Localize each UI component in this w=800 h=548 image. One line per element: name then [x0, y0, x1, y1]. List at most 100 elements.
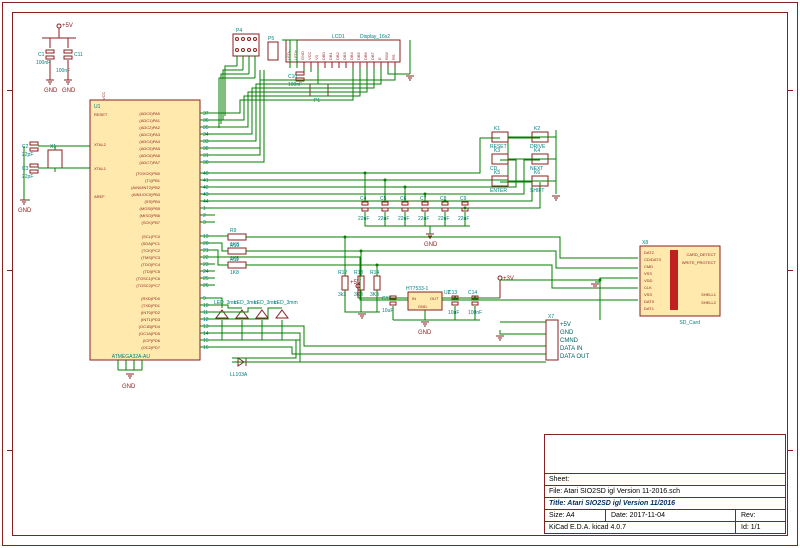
svg-text:2: 2 — [203, 213, 206, 219]
svg-text:U1: U1 — [94, 104, 101, 110]
svg-text:(TXD)PD1: (TXD)PD1 — [142, 303, 161, 308]
svg-text:22nF: 22nF — [398, 216, 409, 222]
svg-text:(TDI)PC5: (TDI)PC5 — [143, 269, 161, 274]
svg-text:22: 22 — [203, 255, 209, 261]
svg-text:DAT1: DAT1 — [644, 306, 655, 311]
svg-text:21: 21 — [203, 248, 209, 254]
svg-text:SD_Card: SD_Card — [679, 320, 700, 326]
svg-text:DB2: DB2 — [335, 51, 340, 60]
svg-text:DAT0: DAT0 — [644, 299, 655, 304]
tb-date: Date: 2017-11-04 — [611, 512, 665, 519]
svg-text:(SCK)PB7: (SCK)PB7 — [142, 220, 161, 225]
svg-text:(AIN0/INT2)PB2: (AIN0/INT2)PB2 — [131, 185, 161, 190]
svg-text:14: 14 — [203, 331, 209, 337]
leds: LED_3mm LED_3mm LED_3mm LED_3mm — [214, 298, 300, 340]
svg-text:(SS)PB4: (SS)PB4 — [144, 199, 160, 204]
svg-text:22nF: 22nF — [358, 216, 369, 222]
svg-text:R11: R11 — [230, 257, 239, 263]
svg-text:GND: GND — [122, 384, 136, 390]
svg-text:1: 1 — [203, 206, 206, 212]
svg-text:C13: C13 — [448, 290, 457, 296]
svg-text:42: 42 — [203, 185, 209, 191]
svg-text:R9: R9 — [230, 228, 237, 234]
svg-text:VDD: VDD — [644, 278, 653, 283]
svg-text:(ADC1)PA1: (ADC1)PA1 — [139, 118, 160, 123]
svg-text:R14: R14 — [370, 270, 379, 276]
svg-text:CLK: CLK — [644, 285, 652, 290]
tb-sheet: Sheet: — [549, 476, 569, 483]
svg-text:(ADC5)PA5: (ADC5)PA5 — [139, 146, 160, 151]
svg-text:(ICP)PD6: (ICP)PD6 — [143, 338, 161, 343]
svg-text:22nF: 22nF — [418, 216, 429, 222]
svg-text:22nF: 22nF — [438, 216, 449, 222]
svg-text:(TMS)PC3: (TMS)PC3 — [141, 255, 161, 260]
svg-text:+5V: +5V — [350, 280, 361, 286]
svg-text:1K8: 1K8 — [230, 270, 239, 276]
svg-text:22nF: 22nF — [458, 216, 469, 222]
svg-text:34: 34 — [203, 132, 209, 138]
svg-text:VCC: VCC — [307, 51, 312, 60]
tb-size: Size: A4 — [549, 512, 575, 519]
svg-text:44: 44 — [203, 199, 209, 205]
svg-text:37: 37 — [203, 111, 209, 117]
svg-text:E: E — [377, 57, 382, 60]
svg-text:VSS: VSS — [644, 292, 652, 297]
svg-text:(ADC3)PA3: (ADC3)PA3 — [139, 132, 160, 137]
svg-text:C4: C4 — [360, 196, 367, 202]
svg-text:(MISO)PB6: (MISO)PB6 — [140, 213, 161, 218]
u1-atmega32: U1 ATMEGA32A-AU RESET VCC XTAL2 XTAL1 AR… — [90, 91, 215, 390]
svg-text:LCD1: LCD1 — [332, 34, 345, 40]
svg-text:LED_3mm: LED_3mm — [274, 300, 298, 306]
svg-text:40: 40 — [203, 171, 209, 177]
svg-text:(ADC0)PA0: (ADC0)PA0 — [139, 111, 160, 116]
svg-text:P5: P5 — [268, 36, 274, 42]
svg-text:13: 13 — [203, 324, 209, 330]
svg-text:DAT2: DAT2 — [644, 250, 655, 255]
svg-text:C1: C1 — [38, 52, 45, 58]
svg-text:C3: C3 — [22, 166, 29, 172]
svg-text:41: 41 — [203, 178, 209, 184]
svg-text:DATA OUT: DATA OUT — [560, 354, 589, 360]
svg-text:100nF: 100nF — [36, 60, 50, 66]
svg-text:GND: GND — [424, 242, 438, 248]
svg-text:CMND: CMND — [560, 338, 579, 344]
svg-text:P1: P1 — [314, 98, 320, 104]
svg-text:R/W: R/W — [384, 52, 389, 60]
svg-text:31: 31 — [203, 153, 209, 159]
svg-text:C11: C11 — [74, 52, 83, 58]
svg-text:10uF: 10uF — [448, 310, 459, 316]
isp-header: P4 LCD1 Display_16x2 LED- LED+ GND VCC V… — [215, 28, 414, 148]
sio-connector: LL103A X7 +5V GND CMND DATA IN DATA OUT — [215, 314, 589, 378]
svg-text:GND: GND — [18, 208, 32, 214]
svg-text:GND: GND — [44, 88, 58, 94]
svg-text:VSS: VSS — [644, 271, 652, 276]
svg-text:VCC: VCC — [101, 91, 106, 100]
svg-text:IN: IN — [412, 296, 416, 301]
svg-text:C10: C10 — [288, 74, 297, 80]
svg-text:100nF: 100nF — [288, 82, 302, 88]
svg-text:R13: R13 — [354, 270, 363, 276]
svg-text:9: 9 — [203, 296, 206, 302]
svg-text:(TDO)PC4: (TDO)PC4 — [141, 262, 161, 267]
tb-file: File: Atari SIO2SD igl Version 11-2016.s… — [549, 488, 680, 495]
svg-text:16: 16 — [203, 345, 209, 351]
svg-text:GND: GND — [418, 304, 427, 309]
svg-text:(T1)PB1: (T1)PB1 — [145, 178, 161, 183]
tb-rev: Rev: — [741, 512, 755, 519]
svg-text:GND: GND — [418, 330, 432, 336]
tb-title: Title: Atari SIO2SD igl Version 11/2016 — [549, 500, 675, 507]
svg-text:DB5: DB5 — [356, 51, 361, 60]
svg-text:SHELL1: SHELL1 — [701, 292, 717, 297]
svg-text:+3V: +3V — [503, 276, 514, 282]
svg-text:(SCL)PC0: (SCL)PC0 — [142, 234, 161, 239]
svg-text:43: 43 — [203, 192, 209, 198]
svg-text:CD..: CD.. — [490, 166, 500, 172]
svg-text:GND: GND — [560, 330, 574, 336]
svg-text:GND: GND — [62, 88, 76, 94]
svg-text:(INT1)PD3: (INT1)PD3 — [141, 317, 161, 322]
svg-text:V0: V0 — [314, 54, 319, 60]
svg-text:12: 12 — [203, 317, 209, 323]
svg-text:25: 25 — [203, 276, 209, 282]
svg-text:(ADC6)PA6: (ADC6)PA6 — [139, 153, 160, 158]
svg-text:CD/DAT3: CD/DAT3 — [644, 257, 662, 262]
